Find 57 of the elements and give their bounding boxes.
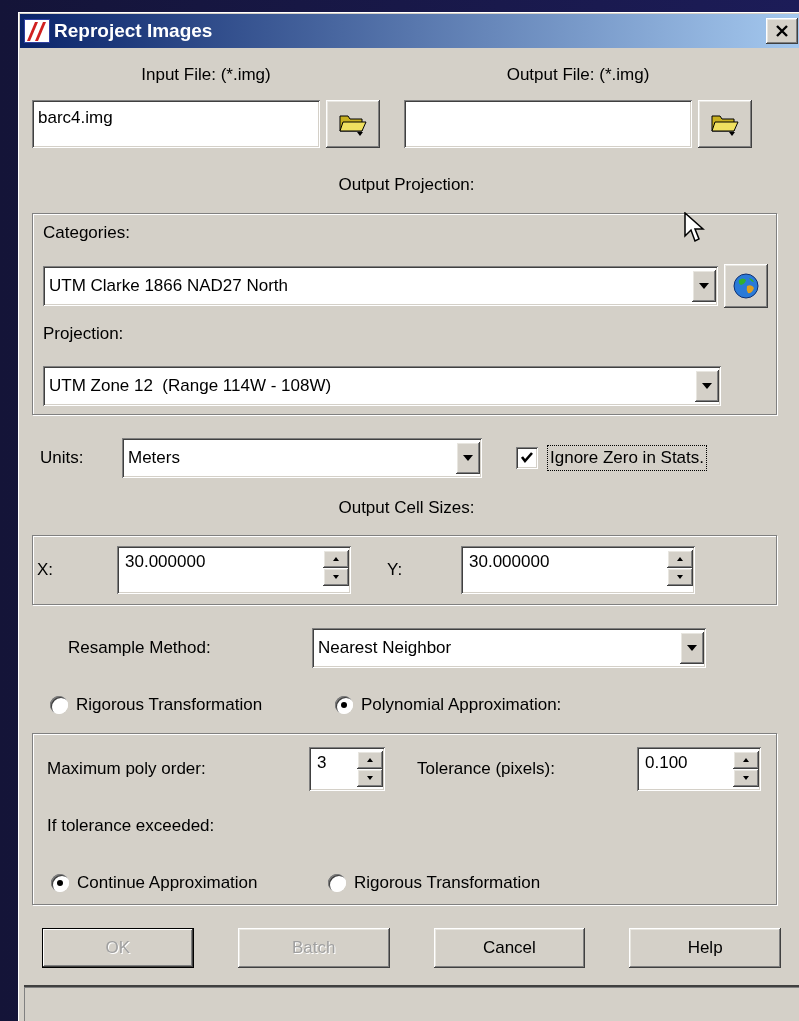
tolerance-exceeded-label: If tolerance exceeded: bbox=[47, 816, 216, 837]
radio-label[interactable]: Rigorous Transformation bbox=[354, 873, 541, 893]
radio-button[interactable] bbox=[50, 696, 68, 714]
browse-button[interactable] bbox=[326, 100, 380, 148]
browse-button[interactable] bbox=[698, 100, 752, 148]
mouse-cursor-icon bbox=[684, 212, 706, 244]
output-file-field[interactable] bbox=[404, 100, 692, 148]
y-size-field[interactable]: 30.000000 bbox=[461, 546, 695, 594]
categories-label: Categories: bbox=[43, 222, 130, 244]
spin-down-icon bbox=[333, 575, 339, 579]
categories-dropdown[interactable]: UTM Clarke 1866 NAD27 North bbox=[43, 266, 719, 306]
input-file-field[interactable]: barc4.img bbox=[32, 100, 320, 148]
help-button[interactable]: Help bbox=[629, 928, 781, 968]
checkbox-label[interactable]: Ignore Zero in Stats. bbox=[548, 446, 707, 470]
spin-down-icon bbox=[677, 575, 683, 579]
dropdown-arrow-icon bbox=[702, 383, 712, 389]
x-label: X: bbox=[37, 560, 55, 580]
tolerance-field[interactable]: 0.100 bbox=[637, 747, 761, 791]
spin-up-icon bbox=[677, 557, 683, 561]
close-button[interactable] bbox=[766, 18, 798, 44]
dropdown-arrow-icon bbox=[463, 455, 473, 461]
projection-dropdown[interactable]: UTM Zone 12 (Range 114W - 108W) bbox=[43, 366, 721, 406]
spin-down-icon bbox=[367, 776, 373, 780]
resample-method-dropdown[interactable]: Nearest Neighbor bbox=[312, 628, 706, 668]
checkmark-icon bbox=[520, 451, 534, 465]
close-icon bbox=[775, 25, 789, 37]
output-file-label: Output File: (*.img) bbox=[506, 64, 650, 86]
tolerance-label: Tolerance (pixels): bbox=[417, 759, 556, 779]
radio-label[interactable]: Continue Approximation bbox=[77, 873, 258, 893]
spin-up-icon bbox=[367, 758, 373, 762]
output-projection-heading: Output Projection: bbox=[338, 175, 475, 195]
poly-order-field[interactable]: 3 bbox=[309, 747, 385, 791]
resample-method-label: Resample Method: bbox=[68, 638, 212, 658]
radio-label[interactable]: Polynomial Approximation: bbox=[361, 695, 562, 715]
radio-button[interactable] bbox=[335, 696, 353, 714]
units-label: Units: bbox=[40, 448, 85, 468]
window-title: Reproject Images bbox=[54, 20, 213, 42]
dropdown-arrow-icon bbox=[699, 283, 710, 289]
output-cell-sizes-heading: Output Cell Sizes: bbox=[338, 498, 475, 518]
globe-icon bbox=[733, 273, 760, 299]
checkbox[interactable] bbox=[516, 447, 538, 469]
spin-up-icon bbox=[333, 557, 339, 561]
radio-label[interactable]: Rigorous Transformation bbox=[76, 695, 263, 715]
input-file-label: Input File: (*.img) bbox=[141, 64, 271, 86]
radio-button[interactable] bbox=[51, 874, 69, 892]
projection-label: Projection: bbox=[43, 323, 124, 345]
units-dropdown[interactable]: Meters bbox=[122, 438, 482, 478]
spin-down-icon bbox=[743, 776, 749, 780]
y-label: Y: bbox=[387, 560, 404, 580]
cancel-button[interactable]: Cancel bbox=[433, 928, 586, 968]
globe-button[interactable] bbox=[724, 264, 768, 308]
app-icon bbox=[24, 19, 50, 43]
radio-button[interactable] bbox=[328, 874, 346, 892]
max-poly-order-label: Maximum poly order: bbox=[47, 759, 207, 779]
dropdown-arrow-icon bbox=[687, 645, 697, 651]
x-size-field[interactable]: 30.000000 bbox=[117, 546, 351, 594]
spin-up-icon bbox=[743, 758, 749, 762]
